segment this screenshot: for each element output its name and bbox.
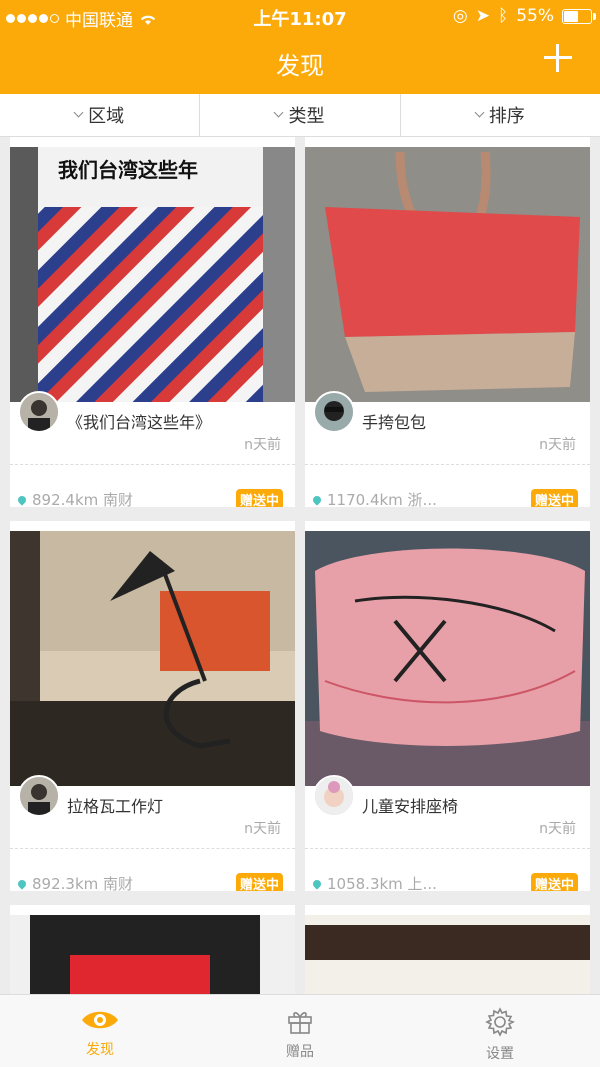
- status-badge: 赠送中: [235, 873, 283, 891]
- location-text: 1058.3km 上...: [327, 875, 437, 891]
- divider: [305, 848, 590, 849]
- filter-label: 类型: [288, 106, 325, 127]
- status-badge: 赠送中: [235, 489, 283, 507]
- item-photo: [10, 531, 295, 786]
- chevron-down-icon: [474, 107, 485, 117]
- location-arrow-icon: ➤: [475, 6, 490, 26]
- item-photo: 我们台湾这些年: [10, 147, 295, 402]
- book-cover-title: 我们台湾这些年: [58, 158, 198, 182]
- chevron-down-icon: [274, 107, 284, 117]
- location-text: 1170.4km 浙...: [327, 491, 437, 507]
- tab-label: 设置: [486, 1046, 514, 1062]
- avatar: [18, 775, 60, 817]
- item-card[interactable]: 手挎包包 n天前 1170.4km 浙... 赠送中: [305, 137, 590, 507]
- item-time: n天前: [539, 437, 576, 453]
- filter-bar: 区域 类型 排序: [0, 94, 600, 137]
- page-title: 发现: [276, 52, 324, 80]
- status-badge: 赠送中: [530, 489, 578, 507]
- tab-discover[interactable]: 发现: [0, 995, 200, 1067]
- item-location: 892.4km 南财: [16, 489, 134, 507]
- tab-label: 赠品: [286, 1044, 314, 1060]
- item-photo: [10, 915, 295, 994]
- filter-label: 区域: [88, 106, 125, 127]
- rotation-lock-icon: ◎: [452, 6, 468, 26]
- avatar: [313, 391, 355, 433]
- item-location: 892.3km 南财: [16, 873, 134, 891]
- filter-type[interactable]: 类型: [200, 94, 401, 136]
- avatar: [313, 775, 355, 817]
- item-photo: [305, 531, 590, 786]
- item-card[interactable]: [10, 905, 295, 994]
- item-photo: [305, 915, 590, 994]
- chevron-down-icon: [73, 107, 84, 117]
- item-time: n天前: [244, 437, 281, 453]
- tab-gifts[interactable]: 赠品: [200, 995, 400, 1067]
- item-title: 《我们台湾这些年》: [67, 413, 212, 432]
- location-text: 892.4km 南财: [32, 491, 134, 507]
- location-pin-icon: [16, 493, 28, 506]
- item-title: 儿童安排座椅: [362, 797, 459, 816]
- item-card[interactable]: 儿童安排座椅 n天前 1058.3km 上... 赠送中: [305, 521, 590, 891]
- item-card[interactable]: [305, 905, 590, 994]
- item-title: 手挎包包: [362, 413, 427, 432]
- item-time: n天前: [244, 821, 281, 837]
- divider: [10, 464, 295, 465]
- plus-icon[interactable]: [544, 44, 572, 72]
- item-location: 1058.3km 上...: [311, 873, 437, 891]
- eye-icon: [82, 1011, 118, 1029]
- item-card[interactable]: 拉格瓦工作灯 n天前 892.3km 南财 赠送中: [10, 521, 295, 891]
- status-badge: 赠送中: [530, 873, 578, 891]
- gift-icon: [288, 1012, 312, 1034]
- item-photo: [305, 147, 590, 402]
- item-location: 1170.4km 浙...: [311, 489, 437, 507]
- battery-percent: 55%: [516, 6, 554, 26]
- location-text: 892.3km 南财: [32, 875, 134, 891]
- divider: [305, 464, 590, 465]
- filter-sort[interactable]: 排序: [401, 94, 600, 136]
- status-bar: 中国联通 上午11:07 ◎ ➤ ᛒ 55%: [0, 0, 600, 32]
- tab-settings[interactable]: 设置: [400, 995, 600, 1067]
- item-card[interactable]: 我们台湾这些年 《我们台湾这些年》 n天前 892.4km 南财 赠送中: [10, 137, 295, 507]
- gear-icon: [485, 1007, 515, 1037]
- tab-bar: 发现 赠品 设置: [0, 994, 600, 1067]
- location-pin-icon: [16, 877, 28, 890]
- location-pin-icon: [311, 493, 323, 506]
- battery-icon: [562, 8, 596, 24]
- filter-region[interactable]: 区域: [0, 94, 201, 136]
- item-title: 拉格瓦工作灯: [67, 797, 164, 816]
- top-bar: 中国联通 上午11:07 ◎ ➤ ᛒ 55% 发现: [0, 0, 600, 94]
- item-time: n天前: [539, 821, 576, 837]
- divider: [10, 848, 295, 849]
- bluetooth-icon: ᛒ: [498, 6, 509, 26]
- tab-label: 发现: [86, 1042, 114, 1058]
- filter-label: 排序: [488, 106, 525, 127]
- avatar: [18, 391, 60, 433]
- location-pin-icon: [311, 877, 323, 890]
